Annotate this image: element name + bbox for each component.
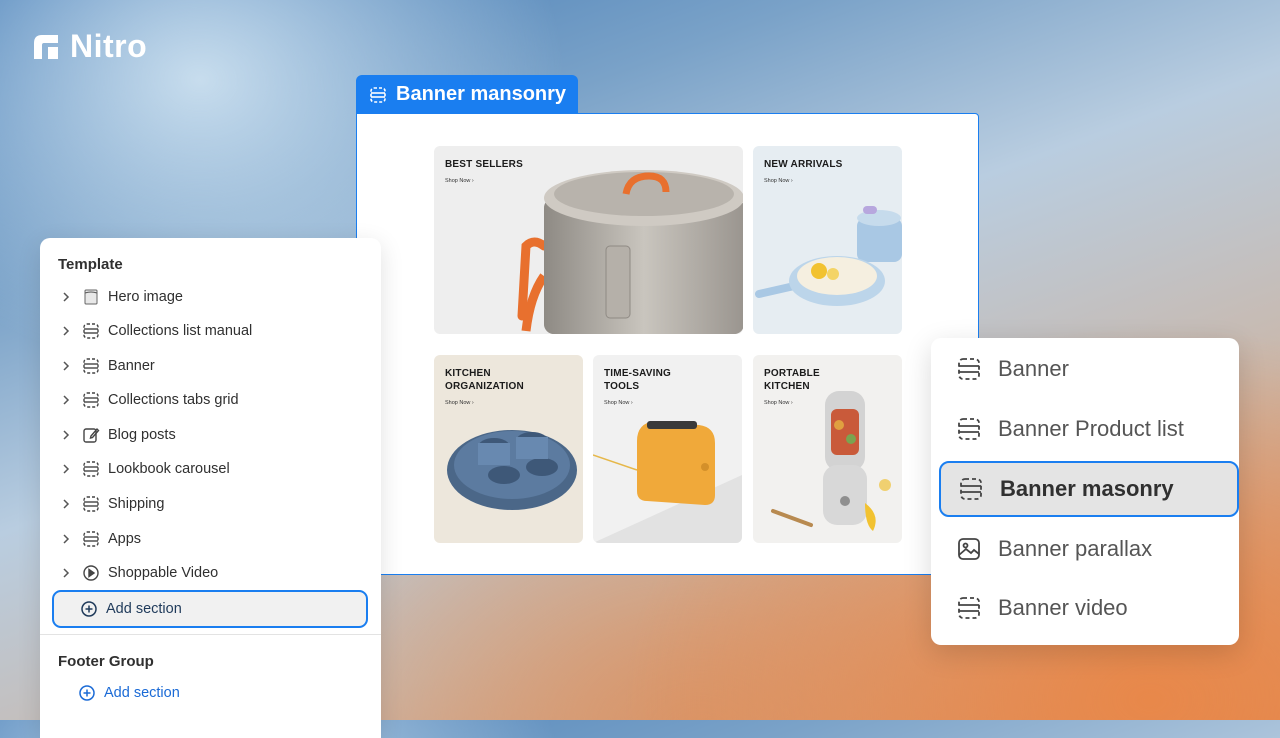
template-heading: Template (58, 256, 123, 273)
nitro-logo-icon (34, 34, 58, 59)
section-icon (958, 418, 980, 440)
section-item-collections-tabs-grid[interactable]: Collections tabs grid (56, 385, 366, 415)
tile-title: BEST SELLERS (445, 159, 523, 170)
kettle-image (517, 170, 743, 334)
chevron-right-icon[interactable] (60, 325, 72, 337)
section-preview-label: Banner mansonry (396, 83, 567, 105)
shop-now-link[interactable]: Shop Now › (445, 400, 474, 406)
chevron-right-icon[interactable] (60, 463, 72, 475)
brand-name: Nitro (70, 28, 148, 64)
image-icon (958, 538, 980, 560)
tile-title: PORTABLE KITCHEN (764, 368, 820, 392)
menu-item-label: Banner video (998, 595, 1128, 620)
section-item-hero-image[interactable]: Hero image (56, 282, 366, 312)
footer-add-section-button[interactable]: Add section (78, 684, 180, 702)
chevron-right-icon[interactable] (60, 360, 72, 372)
section-preview-tag[interactable]: Banner mansonry (356, 75, 579, 114)
template-panel: Template Hero image Collections list man… (40, 238, 381, 738)
section-item-apps[interactable]: Apps (56, 524, 366, 554)
divider (40, 634, 381, 635)
add-section-button[interactable]: Add section (52, 590, 368, 628)
shop-now-link[interactable]: Shop Now › (764, 400, 793, 406)
section-icon (958, 597, 980, 619)
banner-tile[interactable]: NEW ARRIVALS Shop Now › (753, 146, 902, 334)
section-item-label: Hero image (108, 289, 183, 305)
chevron-right-icon[interactable] (60, 567, 72, 579)
banner-tile[interactable]: PORTABLE KITCHEN Shop Now › (753, 355, 902, 543)
tile-title: TIME-SAVING TOOLS (604, 368, 672, 392)
section-item-label: Banner (108, 358, 155, 374)
chevron-right-icon[interactable] (60, 498, 72, 510)
section-icon (83, 358, 99, 374)
section-icon (83, 461, 99, 477)
section-type-menu: Banner Banner Product list Banner masonr… (931, 338, 1239, 645)
footer-group-heading: Footer Group (58, 653, 154, 670)
menu-item-banner-masonry[interactable]: Banner masonry (939, 461, 1239, 517)
shop-now-link[interactable]: Shop Now › (445, 178, 474, 184)
section-item-blog-posts[interactable]: Blog posts (56, 420, 366, 450)
chevron-right-icon[interactable] (60, 394, 72, 406)
section-item-label: Lookbook carousel (108, 461, 230, 477)
section-item-banner[interactable]: Banner (56, 351, 366, 381)
pan-image (755, 206, 902, 306)
section-icon (83, 496, 99, 512)
play-icon (83, 565, 99, 581)
section-item-collections-list-manual[interactable]: Collections list manual (56, 316, 366, 346)
edit-icon (83, 427, 100, 443)
section-item-label: Shoppable Video (108, 565, 219, 581)
plus-circle-icon (79, 685, 95, 701)
section-icon (83, 531, 99, 547)
menu-item-banner[interactable]: Banner (939, 343, 1237, 395)
menu-item-label: Banner Product list (998, 416, 1184, 441)
section-item-label: Apps (108, 531, 142, 547)
menu-item-banner-product-list[interactable]: Banner Product list (939, 403, 1237, 455)
shop-now-link[interactable]: Shop Now › (764, 178, 793, 184)
section-item-lookbook-carousel[interactable]: Lookbook carousel (56, 454, 366, 484)
section-icon (960, 478, 982, 500)
section-item-shipping[interactable]: Shipping (56, 489, 366, 519)
menu-item-label: Banner masonry (1000, 476, 1174, 501)
menu-item-label: Banner parallax (998, 536, 1153, 561)
section-item-label: Collections tabs grid (108, 392, 239, 408)
add-section-label: Add section (106, 601, 182, 617)
section-item-shoppable-video[interactable]: Shoppable Video (56, 558, 366, 588)
section-icon (370, 86, 386, 103)
section-icon (83, 392, 99, 408)
section-icon (83, 323, 99, 339)
banner-tile[interactable]: KITCHEN ORGANIZATION Shop Now › (434, 355, 583, 543)
tile-title: NEW ARRIVALS (764, 159, 843, 170)
section-item-label: Collections list manual (108, 323, 253, 339)
section-icon (958, 358, 980, 380)
section-item-label: Shipping (108, 496, 165, 512)
tile-title: KITCHEN ORGANIZATION (445, 368, 524, 392)
shop-now-link[interactable]: Shop Now › (604, 400, 633, 406)
plus-circle-icon (81, 601, 97, 617)
chevron-right-icon[interactable] (60, 291, 72, 303)
banner-masonry-preview[interactable]: BEST SELLERS Shop Now › NEW ARRIVALS Sho… (356, 113, 979, 575)
chevron-right-icon[interactable] (60, 429, 72, 441)
banner-tile[interactable]: BEST SELLERS Shop Now › (434, 146, 743, 334)
chevron-right-icon[interactable] (60, 533, 72, 545)
footer-add-section-label: Add section (104, 685, 180, 701)
menu-item-label: Banner (998, 356, 1069, 381)
menu-item-banner-parallax[interactable]: Banner parallax (939, 523, 1237, 575)
banner-tile[interactable]: TIME-SAVING TOOLS Shop Now › (593, 355, 742, 543)
section-item-label: Blog posts (108, 427, 176, 443)
brand-logo: Nitro (32, 28, 147, 65)
hero-image-icon (84, 289, 98, 305)
menu-item-banner-video[interactable]: Banner video (939, 582, 1237, 634)
